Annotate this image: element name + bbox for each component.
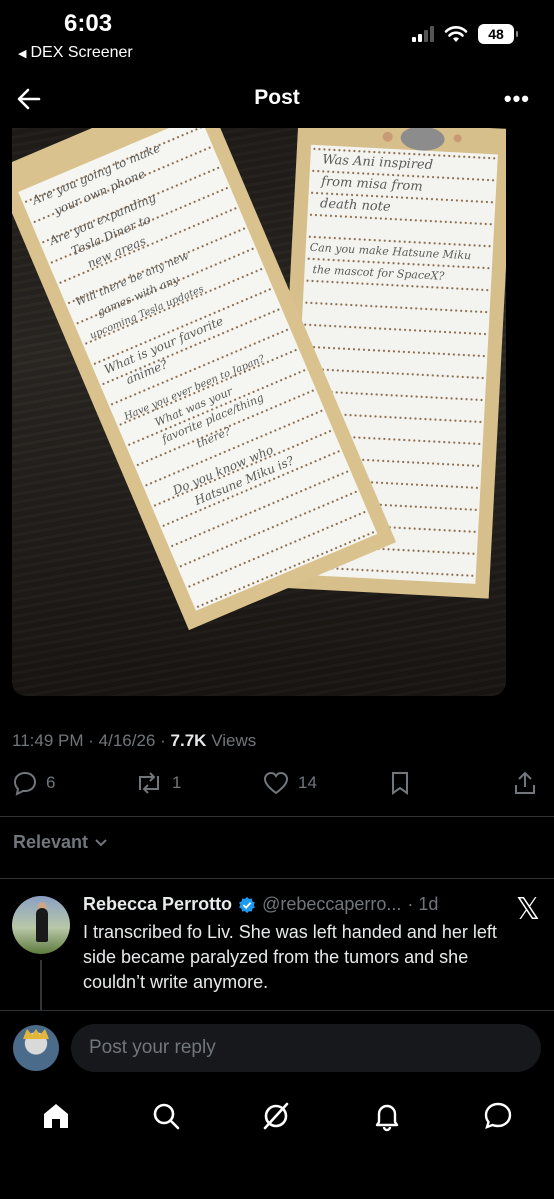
- reply-input[interactable]: [71, 1024, 541, 1072]
- reply-author-name[interactable]: Rebecca Perrotto: [83, 894, 232, 915]
- status-time: 6:03: [64, 10, 113, 37]
- reply-count: 6: [46, 773, 56, 792]
- post-header: Post •••: [0, 72, 554, 126]
- thread-line: [40, 960, 42, 1010]
- reply-icon: [13, 771, 37, 796]
- tab-search[interactable]: [146, 1096, 186, 1136]
- repost-button[interactable]: 1: [134, 770, 181, 796]
- meta-separator: ·: [88, 731, 94, 750]
- more-options-icon[interactable]: •••: [504, 86, 530, 112]
- bookmark-icon: [392, 772, 408, 795]
- post-meta: 11:49 PM · 4/16/26 · 7.7K Views: [12, 731, 256, 751]
- bell-icon: [375, 1104, 399, 1132]
- search-icon: [153, 1103, 180, 1130]
- wifi-icon: [444, 26, 468, 42]
- sort-label: Relevant: [13, 832, 89, 852]
- home-icon: [44, 1104, 68, 1128]
- chevron-down-icon: [95, 838, 107, 846]
- handwritten-notes-illustration: Was Ani inspired from misa from death no…: [12, 128, 506, 631]
- reply-item[interactable]: Rebecca Perrotto @rebeccaperro... · 1d 𝕏…: [0, 880, 554, 1010]
- share-icon: [515, 771, 535, 794]
- heart-icon: [263, 771, 289, 795]
- tab-messages[interactable]: [478, 1096, 518, 1136]
- back-app-label: DEX Screener: [30, 44, 133, 61]
- post-time: 11:49 PM: [12, 731, 84, 750]
- meta-separator-2: ·: [160, 731, 166, 750]
- tab-notifications[interactable]: [367, 1096, 407, 1136]
- chat-bubble-icon: [484, 1102, 512, 1129]
- bottom-tab-bar: [0, 1082, 554, 1199]
- reply-sort-dropdown[interactable]: Relevant: [13, 832, 108, 853]
- post-date: 4/16/26: [98, 731, 156, 750]
- reply-text: I transcribed fo Liv. She was left hande…: [83, 922, 497, 992]
- divider: [0, 878, 554, 879]
- avatar[interactable]: [12, 896, 70, 954]
- grok-icon: [263, 1102, 289, 1130]
- tab-grok[interactable]: [256, 1096, 296, 1136]
- status-bar: 6:03 ◀ DEX Screener 48: [0, 0, 554, 70]
- cellular-signal-icon: [412, 26, 434, 42]
- repost-icon: [139, 772, 159, 794]
- post-actions: 6 1 14: [12, 770, 542, 806]
- verified-badge-icon: [239, 896, 255, 913]
- reply-header: Rebecca Perrotto @rebeccaperro... · 1d: [83, 894, 438, 915]
- reply-composer: [0, 1010, 554, 1082]
- like-count: 14: [298, 773, 317, 792]
- battery-indicator: 48: [478, 24, 518, 44]
- bookmark-button[interactable]: [388, 770, 412, 796]
- reply-button[interactable]: 6: [12, 770, 55, 796]
- views-label[interactable]: Views: [211, 731, 256, 750]
- divider: [0, 816, 554, 817]
- avatar[interactable]: [13, 1025, 59, 1071]
- repost-count: 1: [172, 773, 182, 792]
- tab-home[interactable]: [36, 1096, 76, 1136]
- views-count: 7.7K: [170, 731, 207, 750]
- like-button[interactable]: 14: [262, 770, 317, 796]
- back-to-app-link[interactable]: ◀ DEX Screener: [18, 44, 133, 62]
- share-button[interactable]: [512, 770, 538, 796]
- status-indicators: 48: [412, 24, 518, 44]
- back-triangle-icon: ◀: [18, 48, 27, 60]
- page-title: Post: [254, 86, 300, 109]
- reply-age: · 1d: [407, 894, 439, 914]
- reply-handle[interactable]: @rebeccaperro...: [262, 894, 401, 915]
- post-photo[interactable]: Was Ani inspired from misa from death no…: [12, 128, 506, 696]
